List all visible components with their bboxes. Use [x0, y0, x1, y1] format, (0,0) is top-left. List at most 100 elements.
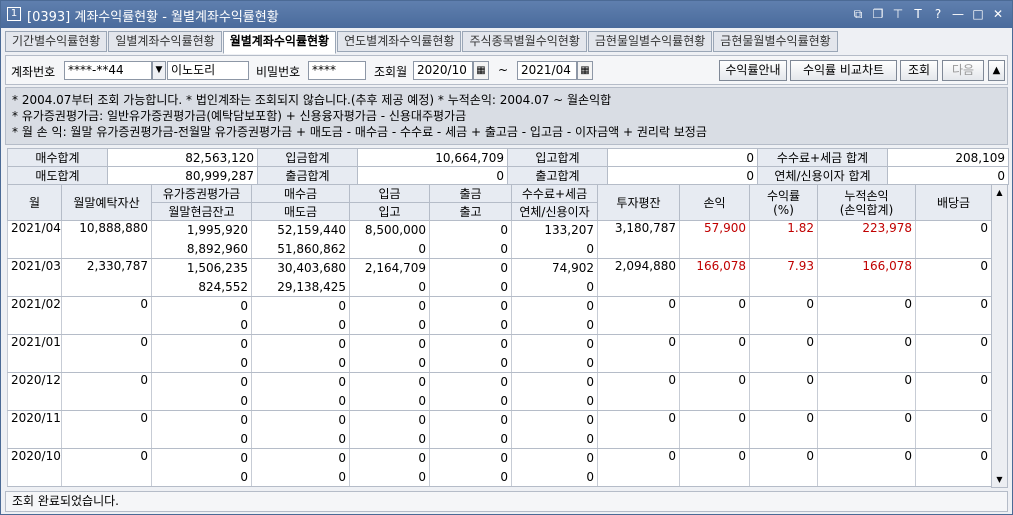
cell-cash: 0 [151, 315, 252, 335]
password-field[interactable]: **** [308, 61, 366, 80]
cell-wd: 0 [429, 410, 512, 430]
cell-sell: 0 [251, 353, 350, 373]
tab-monthly[interactable]: 월별계좌수익률현황 [222, 31, 337, 54]
tab-yearly[interactable]: 연도별계좌수익률현황 [337, 31, 462, 52]
cell-div: 0 [915, 334, 992, 373]
tab-stock-monthly[interactable]: 주식종목별월수익현황 [462, 31, 587, 52]
col-dividend[interactable]: 배당금 [915, 184, 992, 221]
col-buy[interactable]: 매수금 [251, 184, 350, 203]
cell-inv: 0 [597, 296, 680, 335]
col-securities[interactable]: 유가증권평가금 [151, 184, 252, 203]
cell-rate: 0 [749, 410, 818, 449]
collapse-up-button[interactable]: ▲ [988, 60, 1005, 81]
col-rate[interactable]: 수익률 (%) [749, 184, 818, 221]
period-label: 조회월 [374, 65, 408, 79]
table-row[interactable]: 2021/03 2,330,787 1,506,235 30,403,680 2,164… [7, 258, 992, 297]
cell-fee: 133,207 [511, 220, 598, 240]
cell-dep: 0 [349, 410, 430, 430]
cell-wd: 0 [429, 258, 512, 278]
scroll-up-icon[interactable]: ▲ [992, 185, 1007, 200]
col-in[interactable]: 입고 [349, 202, 430, 221]
cell-buy: 52,159,440 [251, 220, 350, 240]
cell-dep: 8,500,000 [349, 220, 430, 240]
help-icon[interactable]: ? [930, 5, 946, 23]
table-row[interactable]: 2021/04 10,888,880 1,995,920 52,159,440 8,50… [7, 220, 992, 259]
cell-cash: 0 [151, 429, 252, 449]
tab-daily[interactable]: 일별계좌수익률현황 [108, 31, 222, 52]
tab-gold-monthly[interactable]: 금현물월별수익률현황 [713, 31, 838, 52]
cell-pnl: 0 [679, 448, 750, 487]
next-button[interactable]: 다음 [942, 60, 984, 81]
col-out[interactable]: 출고 [429, 202, 512, 221]
compare-chart-button[interactable]: 수익률 비교차트 [790, 60, 897, 81]
rate-guide-button[interactable]: 수익률안내 [719, 60, 787, 81]
cell-in: 0 [349, 467, 430, 487]
link-icon[interactable]: ⧉ [850, 5, 866, 23]
query-button[interactable]: 조회 [900, 60, 938, 81]
cell-inv: 0 [597, 410, 680, 449]
summary-label: 입고합계 [507, 148, 608, 167]
in-total-value: 0 [607, 148, 758, 167]
cell-fee: 0 [511, 372, 598, 392]
calendar-icon[interactable]: ▦ [473, 61, 489, 80]
col-fee[interactable]: 수수료+세금 [511, 184, 598, 203]
cell-cash: 824,552 [151, 277, 252, 297]
cell-wd: 0 [429, 448, 512, 468]
cell-buy: 30,403,680 [251, 258, 350, 278]
cell-in: 0 [349, 391, 430, 411]
restore-icon[interactable]: ❐ [870, 5, 886, 23]
cell-fee: 0 [511, 448, 598, 468]
col-pnl[interactable]: 손익 [679, 184, 750, 221]
font-icon[interactable]: T [910, 5, 926, 23]
cell-out: 0 [429, 467, 512, 487]
cell-inv: 0 [597, 372, 680, 411]
cell-inv: 0 [597, 334, 680, 373]
col-interest[interactable]: 연체/신용이자 [511, 202, 598, 221]
table-row[interactable]: 2020/11 0 0 0 0 0 0 0 0 0 0 0 [7, 410, 992, 449]
cell-buy: 0 [251, 372, 350, 392]
col-cash-balance[interactable]: 월말현금잔고 [151, 202, 252, 221]
tab-gold-daily[interactable]: 금현물일별수익률현황 [587, 31, 713, 52]
table-row[interactable]: 2021/01 0 0 0 0 0 0 0 0 0 0 0 [7, 334, 992, 373]
minimize-icon[interactable]: — [950, 5, 966, 23]
cell-rate: 1.82 [749, 220, 818, 259]
from-month-field[interactable]: 2020/10 [413, 61, 473, 80]
pin-icon[interactable]: ⊤ [890, 5, 906, 23]
vertical-scrollbar[interactable]: ▲ ▼ [991, 184, 1008, 488]
cell-dep: 0 [349, 372, 430, 392]
col-deposit-assets[interactable]: 월말예탁자산 [61, 184, 152, 221]
to-month-field[interactable]: 2021/04 [517, 61, 577, 80]
cell-dep: 2,164,709 [349, 258, 430, 278]
col-withdraw[interactable]: 출금 [429, 184, 512, 203]
account-label: 계좌번호 [11, 65, 56, 79]
col-cumulative[interactable]: 누적손익 (손익합계) [817, 184, 916, 221]
account-dropdown-icon[interactable]: ▼ [152, 61, 166, 80]
calendar-icon[interactable]: ▦ [577, 61, 593, 80]
cell-int: 0 [511, 391, 598, 411]
cell-assets: 0 [61, 448, 152, 487]
title-bar[interactable]: 1 [0393] 계좌수익률현황 - 월별계좌수익률현황 ⧉ ❐ ⊤ T ? —… [1, 1, 1012, 28]
table-row[interactable]: 2020/10 0 0 0 0 0 0 0 0 0 0 0 [7, 448, 992, 487]
table-row[interactable]: 2021/02 0 0 0 0 0 0 0 0 0 0 0 [7, 296, 992, 335]
summary-label: 수수료+세금 합계 [757, 148, 888, 167]
close-icon[interactable]: ✕ [990, 5, 1006, 23]
tilde-label: ~ [498, 63, 509, 77]
maximize-icon[interactable]: □ [970, 5, 986, 23]
table-row[interactable]: 2020/12 0 0 0 0 0 0 0 0 0 0 0 [7, 372, 992, 411]
col-investment[interactable]: 투자평잔 [597, 184, 680, 221]
scroll-down-icon[interactable]: ▼ [992, 472, 1007, 487]
cell-wd: 0 [429, 334, 512, 354]
cell-sec: 0 [151, 334, 252, 354]
cell-dep: 0 [349, 334, 430, 354]
col-month[interactable]: 월 [7, 184, 62, 221]
col-deposit[interactable]: 입금 [349, 184, 430, 203]
tab-period[interactable]: 기간별수익률현황 [5, 31, 108, 52]
withdraw-total-value: 0 [357, 166, 508, 185]
cell-pnl: 0 [679, 410, 750, 449]
cell-buy: 0 [251, 410, 350, 430]
account-field[interactable]: ****-**44 [64, 61, 152, 80]
col-sell[interactable]: 매도금 [251, 202, 350, 221]
cell-sell: 0 [251, 315, 350, 335]
cell-assets: 0 [61, 372, 152, 411]
cell-out: 0 [429, 429, 512, 449]
